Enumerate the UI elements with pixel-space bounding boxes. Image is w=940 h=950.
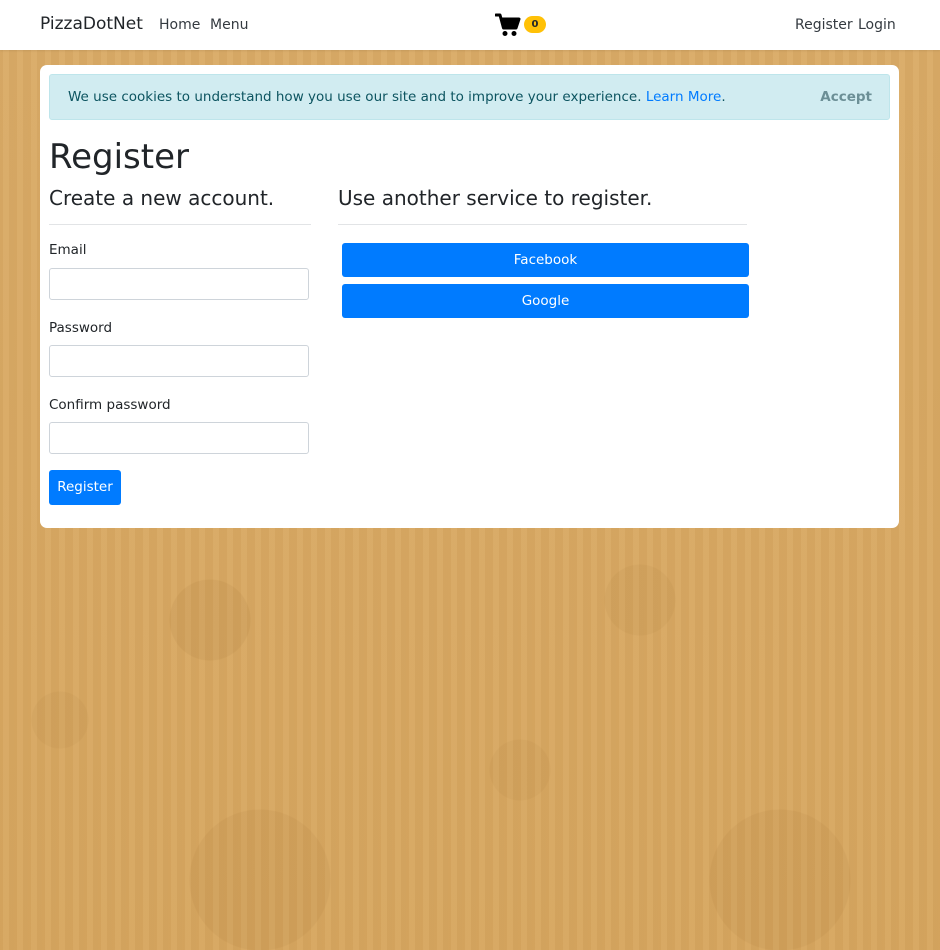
page-title: Register (49, 137, 189, 177)
cookie-message-period: . (721, 89, 726, 105)
password-label: Password (49, 320, 113, 336)
nav-home-link[interactable]: Home (159, 17, 200, 33)
cookie-consent-banner: We use cookies to understand how you use… (49, 74, 890, 120)
accept-cookies-button[interactable]: Accept (820, 89, 872, 105)
nav-register-link[interactable]: Register (795, 17, 853, 33)
password-field[interactable] (49, 345, 309, 377)
brand-link[interactable]: PizzaDotNet (40, 14, 143, 34)
cookie-message-text: We use cookies to understand how you use… (68, 89, 642, 105)
register-card: We use cookies to understand how you use… (40, 65, 899, 528)
email-label: Email (49, 242, 87, 258)
email-field[interactable] (49, 268, 309, 300)
confirm-password-field[interactable] (49, 422, 309, 454)
shopping-cart-icon[interactable] (494, 13, 521, 37)
nav-login-link[interactable]: Login (858, 17, 896, 33)
create-account-heading: Create a new account. (49, 186, 275, 210)
nav-menu-link[interactable]: Menu (210, 17, 248, 33)
cookie-message: We use cookies to understand how you use… (68, 89, 726, 105)
google-login-button[interactable]: Google (342, 284, 749, 318)
learn-more-link[interactable]: Learn More (646, 89, 722, 105)
cart-count-badge: 0 (524, 16, 546, 33)
facebook-login-button[interactable]: Facebook (342, 243, 749, 277)
right-divider (338, 224, 747, 225)
confirm-password-label: Confirm password (49, 397, 171, 413)
top-navbar: PizzaDotNet Home Menu 0 Register Login (0, 0, 940, 50)
left-divider (49, 224, 311, 225)
external-login-heading: Use another service to register. (338, 186, 653, 210)
register-submit-button[interactable]: Register (49, 470, 121, 505)
